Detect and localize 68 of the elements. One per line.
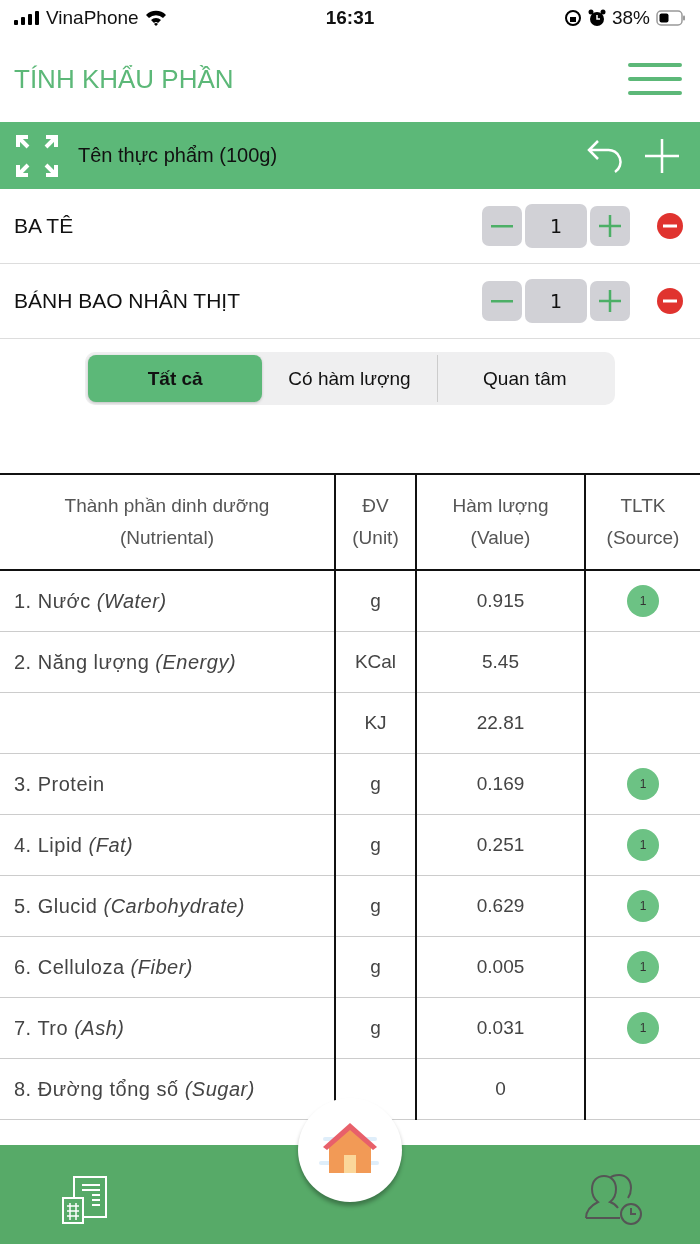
status-time: 16:31	[325, 7, 375, 29]
food-column-title: Tên thực phẩm (100g)	[78, 144, 279, 167]
menu-icon[interactable]	[628, 62, 682, 96]
unit-cell: g	[370, 590, 381, 611]
value-cell: 5.45	[482, 651, 519, 672]
plus-icon	[599, 215, 621, 237]
source-badge[interactable]: 1	[627, 1012, 659, 1044]
minus-icon	[491, 299, 513, 303]
unit-cell: g	[370, 773, 381, 794]
remove-icon[interactable]	[656, 212, 684, 240]
value-cell: 0.169	[476, 773, 525, 794]
source-badge[interactable]: 1	[627, 768, 659, 800]
carrier-name: VinaPhone	[46, 7, 139, 29]
column-header: ĐV (Unit)	[352, 494, 399, 548]
nutrient-name: 2. Năng lượng (Energy)	[14, 650, 237, 673]
remove-icon[interactable]	[656, 287, 684, 315]
quantity-field[interactable]: 1	[525, 279, 587, 323]
increase-button[interactable]	[590, 206, 630, 246]
filter-tab[interactable]: Tất cả	[88, 355, 263, 402]
value-cell: 0.031	[476, 1017, 525, 1038]
unit-cell: g	[370, 895, 381, 916]
nutrient-name: 4. Lipid (Fat)	[14, 833, 134, 856]
source-badge[interactable]: 1	[627, 829, 659, 861]
food-name: BA TÊ	[14, 214, 75, 238]
nutrient-name: 1. Nước (Water)	[14, 589, 167, 612]
battery-percent: 38%	[611, 7, 650, 29]
unit-cell: KCal	[354, 651, 397, 672]
value-cell: 0.629	[476, 895, 525, 916]
nutrient-name: 7. Tro (Ash)	[14, 1016, 125, 1039]
plus-icon	[599, 290, 621, 312]
unit-cell: KJ	[364, 712, 387, 733]
nutrient-name: 6. Celluloza (Fiber)	[14, 955, 193, 978]
food-name: BÁNH BAO NHÂN THỊT	[14, 289, 241, 313]
rotation-lock-icon	[563, 9, 582, 27]
alarm-icon	[587, 9, 606, 27]
minus-icon	[491, 224, 513, 228]
source-badge[interactable]: 1	[627, 585, 659, 617]
source-badge[interactable]: 1	[627, 951, 659, 983]
expand-icon[interactable]	[16, 134, 58, 177]
column-header: TLTK (Source)	[606, 494, 680, 548]
increase-button[interactable]	[590, 281, 630, 321]
home-button[interactable]	[298, 1098, 402, 1202]
add-icon[interactable]	[644, 137, 680, 174]
value-cell: 0.915	[476, 590, 525, 611]
column-header: Thành phần dinh dưỡng (Nutriental)	[64, 494, 270, 548]
users-clock-icon[interactable]	[584, 1173, 644, 1226]
nutrient-name: 5. Glucid (Carbohydrate)	[14, 894, 245, 917]
nutrient-name: 8. Đường tổng số (Sugar)	[14, 1077, 255, 1100]
decrease-button[interactable]	[482, 281, 522, 321]
filter-tab[interactable]: Có hàm lượng	[262, 355, 437, 402]
unit-cell: g	[370, 1017, 381, 1038]
wifi-icon	[144, 10, 167, 26]
decrease-button[interactable]	[482, 206, 522, 246]
column-header: Hàm lượng (Value)	[452, 494, 549, 548]
value-cell: 22.81	[476, 712, 525, 733]
quantity-field[interactable]: 1	[525, 204, 587, 248]
nutrient-name: 3. Protein	[14, 772, 105, 795]
unit-cell: g	[370, 834, 381, 855]
page-title: TÍNH KHẨU PHẦN	[14, 63, 234, 95]
filter-tab[interactable]: Quan tâm	[436, 355, 612, 402]
value-cell: 0.005	[476, 956, 525, 977]
source-badge[interactable]: 1	[627, 890, 659, 922]
battery-icon	[656, 10, 686, 26]
unit-cell: g	[370, 956, 381, 977]
value-cell: 0.251	[476, 834, 525, 855]
signal-icon	[14, 11, 40, 25]
value-cell: 0	[495, 1078, 506, 1099]
calculator-document-icon[interactable]	[62, 1175, 108, 1224]
